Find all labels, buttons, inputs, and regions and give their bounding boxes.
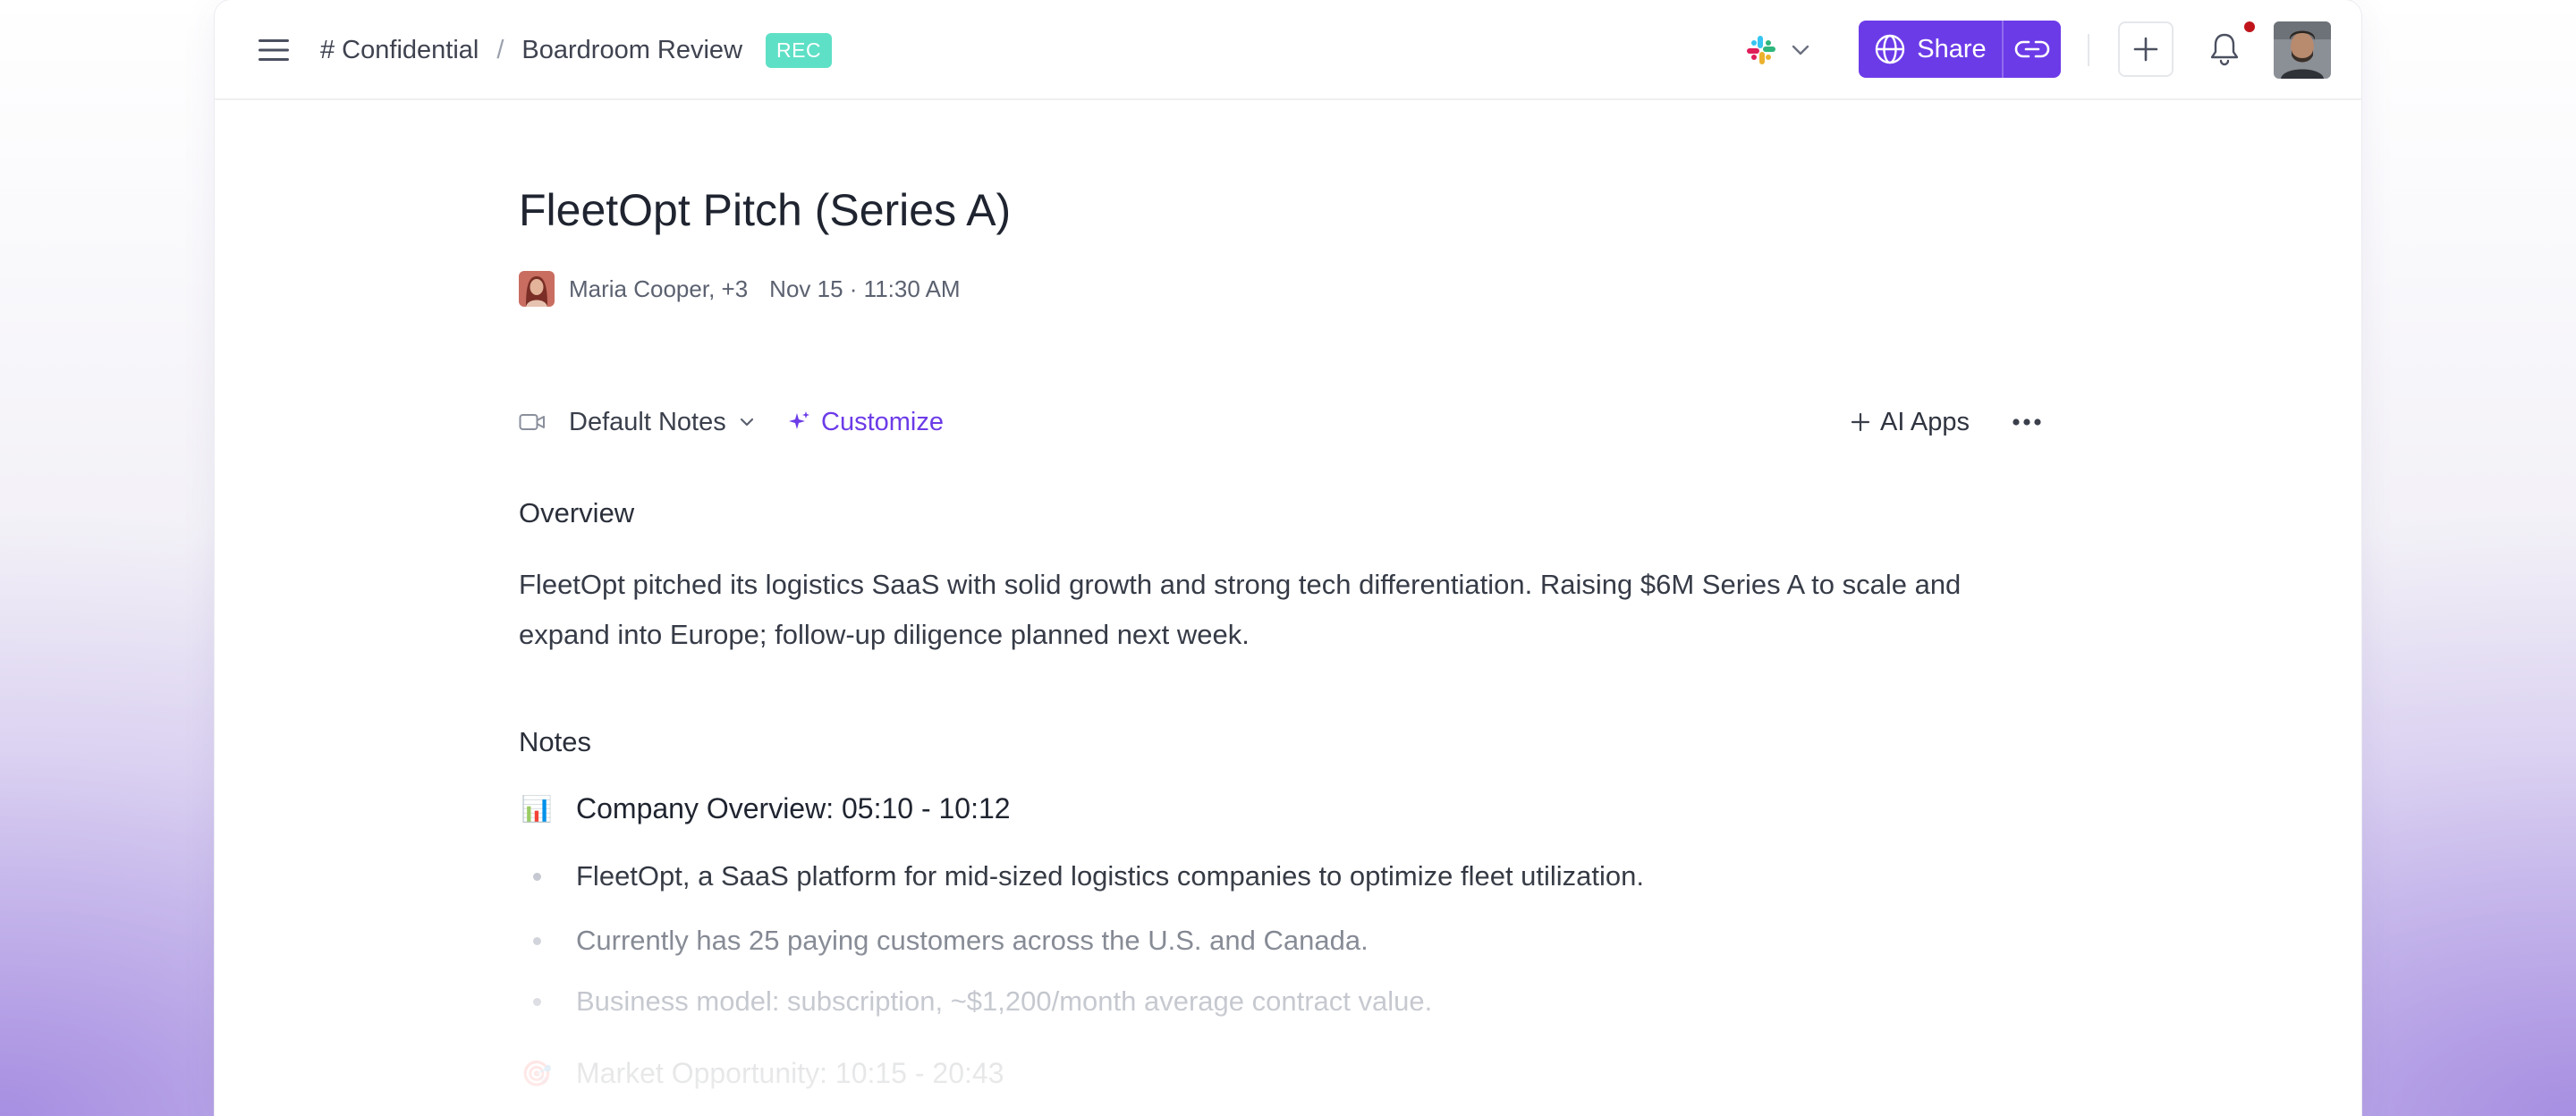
list-item: FleetOpt, a SaaS platform for mid-sized … xyxy=(519,857,1644,896)
share-label: Share xyxy=(1917,34,1987,63)
bullet-dot xyxy=(519,872,555,881)
overview-text: FleetOpt pitched its logistics SaaS with… xyxy=(519,569,1962,650)
template-selector[interactable]: Default Notes xyxy=(519,401,755,444)
user-avatar[interactable] xyxy=(2274,21,2331,79)
link-icon xyxy=(2014,40,2050,58)
copy-link-button[interactable] xyxy=(2002,21,2061,78)
bar-chart-icon: 📊 xyxy=(521,794,553,823)
bell-icon xyxy=(2210,33,2239,66)
chevron-down-icon xyxy=(739,417,755,427)
section-title: Company Overview: 05:10 - 10:12 xyxy=(576,791,1011,824)
plus-icon xyxy=(1851,412,1870,432)
rec-badge: REC xyxy=(766,32,833,68)
participant-avatar xyxy=(519,271,555,307)
menu-icon xyxy=(258,39,289,61)
meeting-meta: Maria Cooper, +3 Nov 15 · 11:30 AM xyxy=(519,270,961,308)
notes-section-header: 🎯 Market Opportunity: 10:15 - 20:43 xyxy=(519,1053,1004,1093)
globe-icon xyxy=(1876,34,1905,64)
list-item: Business model: subscription, ~$1,200/mo… xyxy=(519,982,1432,1021)
breadcrumb: # Confidential / Boardroom Review REC xyxy=(320,32,833,68)
more-options-button[interactable] xyxy=(2007,401,2046,444)
target-icon: 🎯 xyxy=(521,1059,553,1087)
customize-button[interactable]: Customize xyxy=(787,401,944,444)
list-item-text: Business model: subscription, ~$1,200/mo… xyxy=(576,985,1433,1017)
ai-apps-label: AI Apps xyxy=(1880,407,1970,436)
share-button-group: Share xyxy=(1859,21,2061,78)
sparkle-icon xyxy=(789,411,809,429)
breadcrumb-channel[interactable]: # Confidential xyxy=(320,36,479,65)
list-item-text: Currently has 25 paying customers across… xyxy=(576,925,1368,956)
list-item: Currently has 25 paying customers across… xyxy=(519,921,1368,960)
notification-dot xyxy=(2244,21,2255,32)
bullet-dot xyxy=(519,997,555,1006)
breadcrumb-page[interactable]: Boardroom Review xyxy=(521,36,742,65)
top-bar: # Confidential / Boardroom Review REC Sh… xyxy=(215,0,2361,100)
new-item-button[interactable] xyxy=(2118,21,2174,77)
page-title: FleetOpt Pitch (Series A) xyxy=(519,185,1012,235)
more-horizontal-icon xyxy=(2012,418,2041,426)
menu-button[interactable] xyxy=(254,30,293,70)
ai-apps-button[interactable]: AI Apps xyxy=(1850,401,1970,444)
meeting-datetime: Nov 15 · 11:30 AM xyxy=(769,275,961,302)
share-button[interactable]: Share xyxy=(1859,21,2002,78)
section-title: Market Opportunity: 10:15 - 20:43 xyxy=(576,1056,1004,1089)
notes-heading: Notes xyxy=(519,726,591,757)
plus-icon xyxy=(2133,37,2158,62)
template-label: Default Notes xyxy=(569,407,726,436)
chevron-down-icon xyxy=(1792,45,1809,55)
participants-label[interactable]: Maria Cooper, +3 xyxy=(569,275,748,303)
customize-label: Customize xyxy=(821,407,944,436)
notes-section-header: 📊 Company Overview: 05:10 - 10:12 xyxy=(519,789,1011,828)
breadcrumb-separator: / xyxy=(496,35,504,64)
video-camera-icon xyxy=(519,412,546,432)
notes-toolbar: Default Notes Customize AI Apps xyxy=(519,401,2057,444)
notifications-button[interactable] xyxy=(2199,23,2250,75)
slack-icon xyxy=(1747,36,1775,64)
list-item-text: FleetOpt, a SaaS platform for mid-sized … xyxy=(576,860,1645,892)
toolbar-divider xyxy=(2088,34,2089,66)
slack-integration-button[interactable] xyxy=(1746,30,1810,70)
overview-heading: Overview xyxy=(519,497,635,528)
bullet-dot xyxy=(519,936,555,945)
app-window: # Confidential / Boardroom Review REC Sh… xyxy=(215,0,2361,1116)
